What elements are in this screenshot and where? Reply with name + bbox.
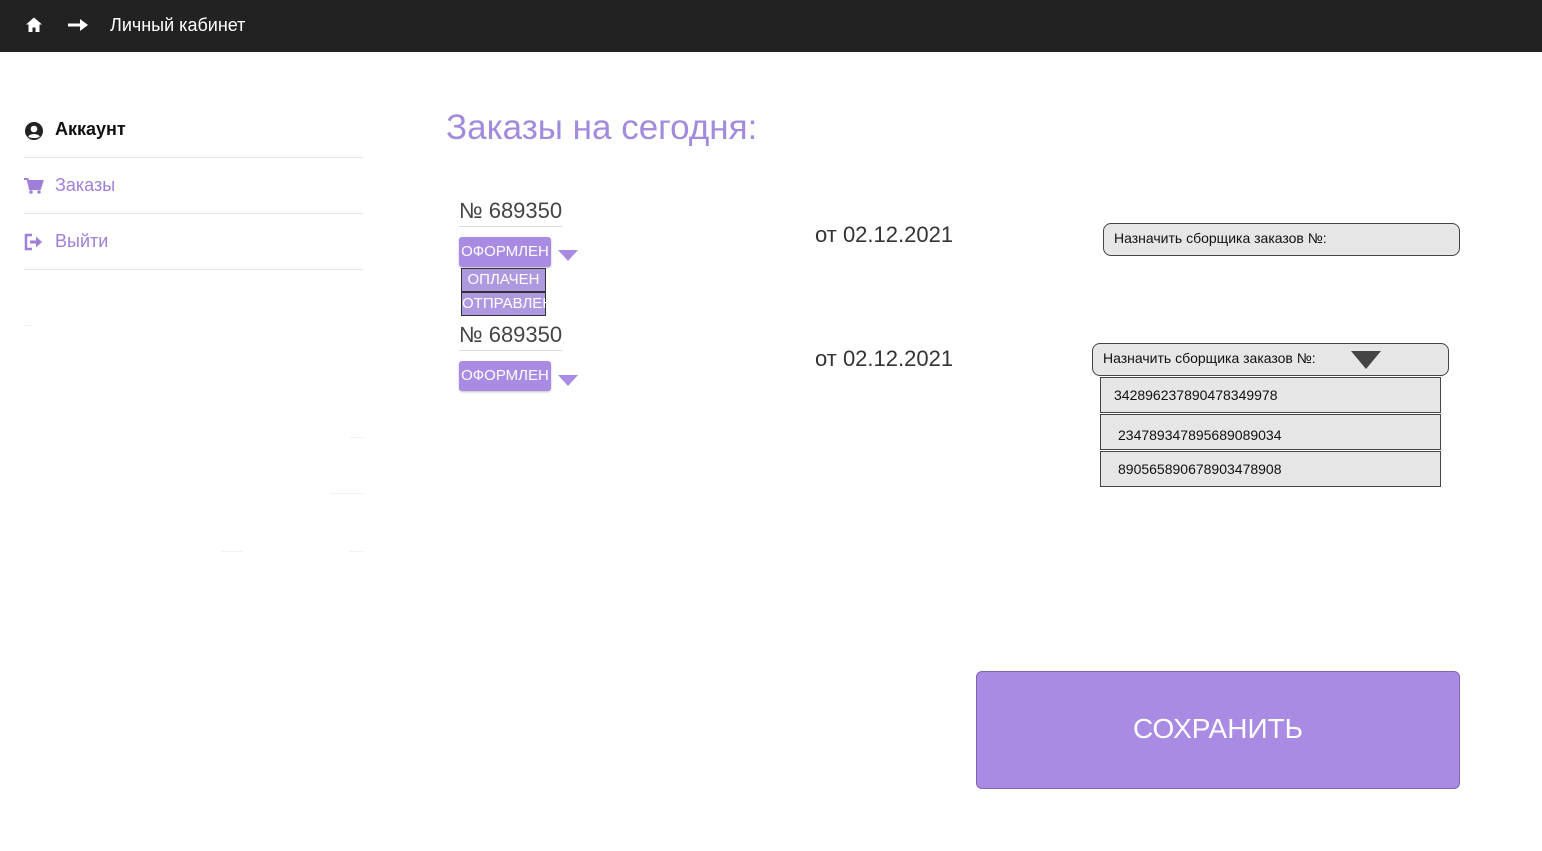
- divider: [330, 493, 364, 494]
- divider: [24, 325, 32, 326]
- chevron-down-icon[interactable]: [558, 247, 578, 266]
- sidebar-item-label: Аккаунт: [55, 119, 126, 139]
- assembler-option-label: 234789347895689089034: [1118, 427, 1282, 443]
- sidebar-item-orders[interactable]: Заказы: [24, 158, 363, 214]
- sidebar-item-label: Выйти: [55, 231, 109, 251]
- assembler-select-label: Назначить сборщика заказов №:: [1103, 350, 1316, 366]
- page-title: Заказы на сегодня:: [446, 108, 758, 147]
- assembler-option[interactable]: 342896237890478349978: [1100, 377, 1441, 413]
- sidebar-item-label: Заказы: [55, 175, 116, 195]
- assembler-select[interactable]: Назначить сборщика заказов №:: [1092, 343, 1449, 376]
- divider: [350, 551, 364, 552]
- status-option[interactable]: ОТПРАВЛЕН: [461, 292, 553, 316]
- order-date: от 02.12.2021: [815, 346, 954, 371]
- user-circle-icon: [24, 121, 44, 146]
- assembler-option[interactable]: 890565890678903478908: [1100, 451, 1441, 487]
- top-bar: Личный кабинет: [0, 0, 1542, 52]
- assembler-select-label: Назначить сборщика заказов №:: [1114, 230, 1327, 246]
- sidebar-item-logout[interactable]: Выйти: [24, 214, 363, 270]
- triangle-down-icon[interactable]: [1351, 351, 1381, 372]
- assembler-option-label: 342896237890478349978: [1114, 387, 1278, 403]
- assembler-option[interactable]: 234789347895689089034: [1100, 414, 1441, 450]
- status-option[interactable]: ОПЛАЧЕН: [461, 268, 546, 292]
- order-date: от 02.12.2021: [815, 222, 954, 247]
- assembler-option-label: 890565890678903478908: [1118, 461, 1282, 477]
- arrow-right-icon[interactable]: [67, 17, 89, 37]
- assembler-select[interactable]: Назначить сборщика заказов №:: [1103, 223, 1460, 256]
- order-number: № 689350: [459, 198, 563, 227]
- order-number: № 689350: [459, 322, 563, 351]
- save-button[interactable]: СОХРАНИТЬ: [976, 671, 1460, 789]
- divider: [222, 551, 242, 552]
- chevron-down-icon[interactable]: [558, 372, 578, 391]
- status-dropdown[interactable]: ОФОРМЛЕН: [459, 237, 551, 267]
- sidebar-item-account[interactable]: Аккаунт: [24, 102, 363, 158]
- divider: [350, 437, 364, 438]
- header-title: Личный кабинет: [110, 15, 246, 35]
- status-dropdown[interactable]: ОФОРМЛЕН: [459, 361, 551, 391]
- cart-icon: [24, 177, 44, 200]
- sign-out-icon: [24, 233, 44, 256]
- home-icon[interactable]: [25, 16, 43, 38]
